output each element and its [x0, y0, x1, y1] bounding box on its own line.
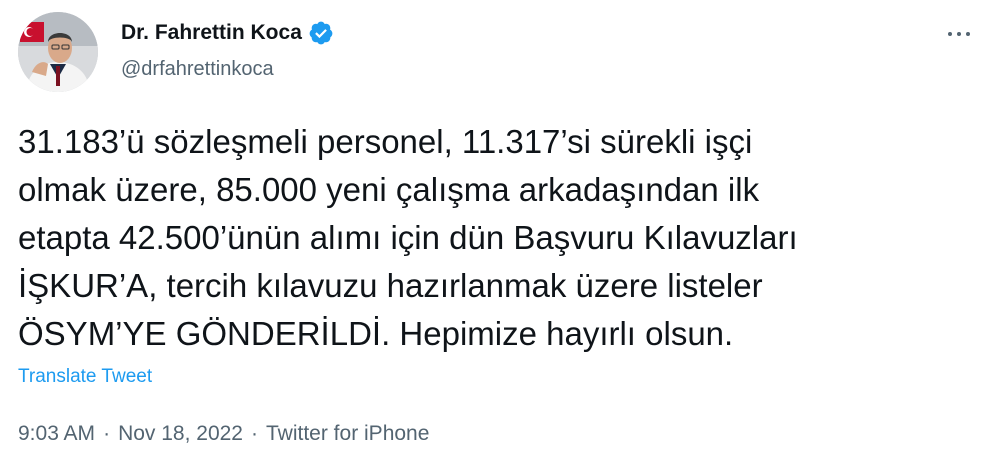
ellipsis-icon — [948, 32, 952, 36]
tweet-time[interactable]: 9:03 AM — [18, 422, 95, 446]
author-handle[interactable]: @drfahrettinkoca — [121, 58, 274, 81]
tweet-card: Dr. Fahrettin Koca @drfahrettinkoca 31.1… — [0, 0, 1003, 459]
author-name-row: Dr. Fahrettin Koca — [121, 20, 334, 46]
tweet-text: 31.183’ü sözleşmeli personel, 11.317’si … — [18, 118, 978, 358]
author-display-name[interactable]: Dr. Fahrettin Koca — [121, 21, 302, 45]
more-options-button[interactable] — [943, 22, 975, 46]
profile-photo-icon — [18, 12, 98, 92]
tweet-text-line: olmak üzere, 85.000 yeni çalışma arkadaş… — [18, 171, 760, 208]
tweet-metadata: 9:03 AM · Nov 18, 2022 · Twitter for iPh… — [18, 422, 429, 446]
author-avatar[interactable] — [18, 12, 98, 92]
tweet-text-line: İŞKUR’A, tercih kılavuzu hazırlanmak üze… — [18, 267, 763, 304]
ellipsis-icon — [966, 32, 970, 36]
translate-tweet-link[interactable]: Translate Tweet — [18, 366, 152, 388]
meta-separator: · — [103, 422, 111, 445]
tweet-source-link[interactable]: Twitter for iPhone — [266, 422, 429, 446]
tweet-date[interactable]: Nov 18, 2022 — [118, 422, 243, 446]
tweet-text-line: ÖSYM’YE GÖNDERİLDİ. Hepimize hayırlı ols… — [18, 315, 734, 352]
meta-separator: · — [251, 422, 258, 445]
tweet-text-line: etapta 42.500’ünün alımı için dün Başvur… — [18, 219, 798, 256]
verified-badge-icon — [308, 20, 334, 46]
tweet-text-line: 31.183’ü sözleşmeli personel, 11.317’si … — [18, 123, 753, 160]
ellipsis-icon — [957, 32, 961, 36]
